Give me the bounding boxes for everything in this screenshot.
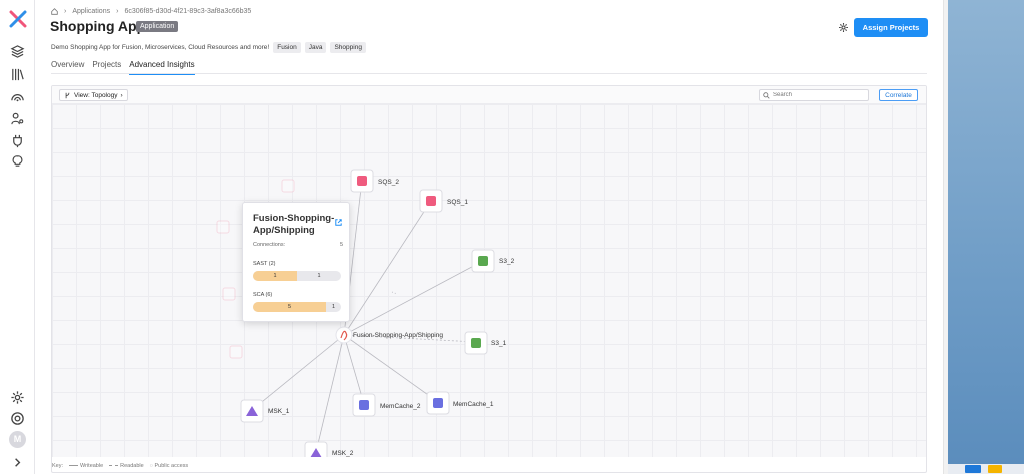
page-title: Shopping App	[50, 18, 146, 34]
node-memcache-2[interactable]: MemCache_2	[352, 393, 421, 417]
correlate-button[interactable]: Correlate	[879, 89, 918, 101]
node-label-msk-1: MSK_1	[268, 408, 290, 415]
chevron-right-icon: ›	[120, 91, 123, 99]
os-taskbar	[948, 464, 1024, 474]
plugin-icon[interactable]	[10, 133, 25, 148]
user-settings-icon[interactable]	[10, 111, 25, 126]
node-msk-1[interactable]: MSK_1	[240, 399, 290, 423]
tag-shopping: Shopping	[330, 42, 366, 53]
view-label: View: Topology	[74, 91, 118, 99]
windows-start-icon[interactable]	[965, 465, 981, 473]
app-settings-gear-icon[interactable]	[838, 22, 849, 33]
sast-bar[interactable]: 1 1	[253, 271, 341, 281]
expand-chevron-icon[interactable]	[10, 455, 25, 470]
legend-writeable: Writeable	[69, 463, 103, 469]
node-sqs-2[interactable]: SQS_2	[350, 169, 399, 193]
settings-gear-icon[interactable]	[10, 390, 25, 405]
node-sqs-1[interactable]: SQS_1	[419, 189, 468, 213]
sast-label: SAST (2)	[253, 261, 276, 267]
node-label-memcache-2: MemCache_2	[380, 403, 421, 410]
center-node-label: Fusion-Shopping-App/Shipping	[353, 332, 443, 339]
sast-bar-segment: 1	[253, 271, 297, 281]
topology-icon	[65, 92, 70, 98]
signal-icon[interactable]	[10, 89, 25, 104]
breadcrumb-chevron-icon: ›	[116, 8, 119, 15]
globe-icon: ◌	[149, 462, 153, 469]
graph-legend: Key: Writeable Readable ◌ Public access	[52, 457, 926, 472]
sca-bar-rest: 1	[331, 304, 336, 310]
node-label-sqs-2: SQS_2	[378, 179, 399, 186]
left-nav-rail: M	[0, 0, 35, 474]
node-s3-1[interactable]: S3_1	[464, 331, 507, 355]
legend-key-label: Key:	[52, 462, 64, 469]
graph-toolbar: View: Topology › Correlate	[52, 86, 926, 104]
app-description: Demo Shopping App for Fusion, Microservi…	[51, 44, 270, 51]
node-label-msk-2: MSK_2	[332, 450, 354, 457]
support-icon[interactable]	[10, 411, 25, 426]
sca-label: SCA (6)	[253, 292, 273, 298]
assign-projects-button[interactable]: Assign Projects	[854, 18, 928, 37]
breadcrumb-app-id: 6c306f85-d30d-4f21-89c3-3af8a3c66b35	[124, 8, 252, 15]
breadcrumb-chevron-icon: ›	[64, 8, 67, 15]
node-s3-2[interactable]: S3_2	[471, 249, 515, 273]
taskbar-app-icon[interactable]	[988, 465, 1002, 473]
desktop-background	[948, 0, 1024, 474]
breadcrumb-applications[interactable]: Applications	[72, 8, 110, 15]
app-description-row: Demo Shopping App for Fusion, Microservi…	[51, 42, 366, 53]
legend-readable: Readable	[109, 463, 144, 469]
solid-line-icon	[69, 464, 79, 466]
node-label-s3-1: S3_1	[491, 340, 507, 347]
app-logo-icon[interactable]	[9, 10, 27, 28]
lightbulb-icon[interactable]	[10, 154, 25, 169]
legend-public: ◌ Public access	[149, 462, 189, 469]
layers-icon[interactable]	[10, 44, 25, 59]
node-memcache-1[interactable]: MemCache_1	[426, 391, 494, 415]
sca-bar-segment: 5	[253, 302, 327, 312]
topology-graph[interactable]: SQS_2 SQS_1 S3_2 S3_1 MemCache_1 MemCach…	[52, 104, 926, 465]
graph-search-input[interactable]	[759, 89, 869, 101]
tag-fusion: Fusion	[273, 42, 301, 53]
dashed-line-icon	[109, 464, 119, 466]
search-icon	[763, 92, 770, 99]
connections-value: 5	[339, 242, 343, 248]
open-external-icon[interactable]	[334, 218, 343, 227]
sast-bar-rest: 1	[317, 273, 321, 279]
type-badge: Application	[136, 21, 179, 32]
app-window: M › Applications › 6c306f85-d30d-4f21-89…	[0, 0, 1024, 474]
popup-connections: Connections: 5	[253, 242, 343, 248]
node-detail-popup[interactable]: Fusion-Shopping-App/Shipping Connections…	[242, 202, 350, 322]
node-label-s3-2: S3_2	[499, 258, 515, 265]
breadcrumb: › Applications › 6c306f85-d30d-4f21-89c3…	[51, 8, 251, 15]
library-icon[interactable]	[10, 67, 25, 82]
view-selector[interactable]: View: Topology ›	[59, 89, 128, 101]
avatar[interactable]: M	[9, 431, 26, 448]
popup-title: Fusion-Shopping-App/Shipping	[253, 213, 335, 236]
home-icon[interactable]	[51, 8, 58, 15]
tag-java: Java	[304, 42, 327, 53]
node-label-memcache-1: MemCache_1	[453, 401, 494, 408]
sca-bar[interactable]: 5 1	[253, 302, 341, 312]
topology-panel: View: Topology › Correlate	[51, 85, 927, 473]
graph-canvas[interactable]: SQS_2 SQS_1 S3_2 S3_1 MemCache_1 MemCach…	[52, 104, 926, 465]
tab-divider	[51, 73, 927, 74]
node-label-sqs-1: SQS_1	[447, 199, 468, 206]
node-msk-2[interactable]: MSK_2	[304, 441, 354, 465]
